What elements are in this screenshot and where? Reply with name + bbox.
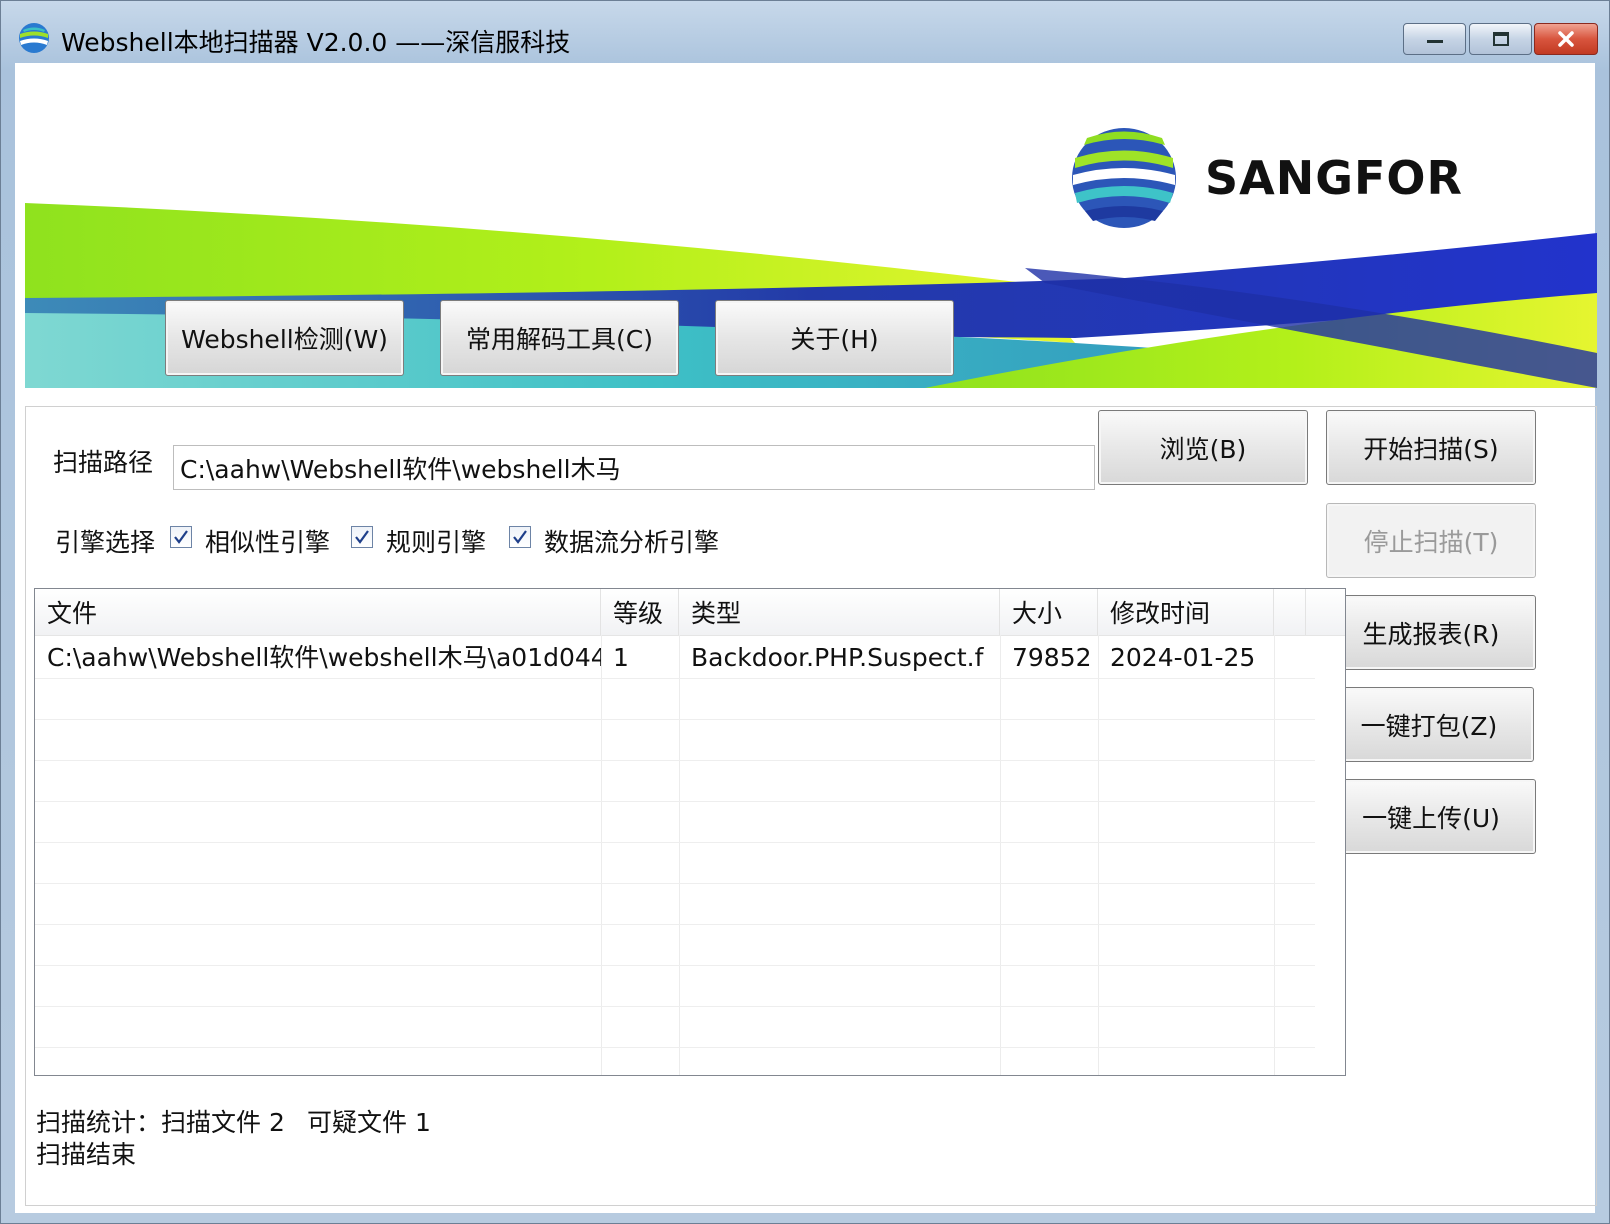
- engine-select-label: 引擎选择: [55, 528, 156, 557]
- cell-file: C:\aahw\Webshell软件\webshell木马\a01d044f6.…: [47, 643, 601, 672]
- maximize-icon: [1492, 32, 1509, 46]
- cell-size: 79852: [1012, 643, 1092, 672]
- scan-state-text: 扫描结束: [36, 1140, 137, 1169]
- dataflow-engine-checkbox[interactable]: [509, 526, 531, 548]
- row-divider: [35, 924, 1315, 925]
- checkmark-icon: [174, 530, 188, 544]
- column-header-level[interactable]: 等级: [601, 589, 679, 635]
- sangfor-logo-text: SANGFOR: [1205, 151, 1463, 205]
- cell-level: 1: [613, 643, 629, 672]
- column-header-type[interactable]: 类型: [679, 589, 1000, 635]
- minimize-icon: [1426, 40, 1443, 43]
- tab-decode-tools[interactable]: 常用解码工具(C): [440, 300, 679, 376]
- scan-path-label: 扫描路径: [53, 448, 154, 477]
- window-title: Webshell本地扫描器 V2.0.0 ——深信服科技: [61, 28, 571, 57]
- one-click-upload-button[interactable]: 一键上传(U): [1326, 779, 1536, 854]
- column-header-file[interactable]: 文件: [35, 589, 601, 635]
- stop-scan-button[interactable]: 停止扫描(T): [1326, 503, 1536, 578]
- scan-stats-text: 扫描统计：扫描文件 2: [36, 1108, 285, 1137]
- similarity-engine-label[interactable]: 相似性引擎: [205, 523, 330, 559]
- dataflow-engine-label[interactable]: 数据流分析引擎: [544, 523, 719, 559]
- row-divider: [35, 678, 1315, 679]
- column-divider: [1098, 635, 1099, 1075]
- title-bar[interactable]: Webshell本地扫描器 V2.0.0 ——深信服科技: [1, 1, 1609, 63]
- row-divider: [35, 760, 1315, 761]
- column-divider: [601, 635, 602, 1075]
- column-header-size[interactable]: 大小: [1000, 589, 1098, 635]
- rule-engine-checkbox[interactable]: [351, 526, 373, 548]
- checkmark-icon: [355, 530, 369, 544]
- scan-path-input[interactable]: [173, 445, 1095, 490]
- row-divider: [35, 965, 1315, 966]
- row-divider: [35, 883, 1315, 884]
- column-divider: [1274, 635, 1275, 1075]
- list-header: 文件 等级 类型 大小 修改时间: [35, 589, 1345, 636]
- maximize-button[interactable]: [1469, 23, 1532, 55]
- tab-webshell-detect[interactable]: Webshell检测(W): [165, 300, 404, 376]
- sangfor-globe-icon: [1072, 128, 1176, 228]
- row-divider: [35, 719, 1315, 720]
- one-click-pack-button[interactable]: 一键打包(Z): [1324, 687, 1534, 762]
- results-list[interactable]: 文件 等级 类型 大小 修改时间 C:\aahw\Webshell软件\webs…: [34, 588, 1346, 1076]
- column-divider: [679, 635, 680, 1075]
- app-globe-icon: [19, 23, 49, 53]
- start-scan-button[interactable]: 开始扫描(S): [1326, 410, 1536, 485]
- close-button[interactable]: [1534, 23, 1598, 55]
- tab-about[interactable]: 关于(H): [715, 300, 954, 376]
- close-icon: [1558, 31, 1574, 47]
- row-divider: [35, 842, 1315, 843]
- column-divider: [1000, 635, 1001, 1075]
- column-header-modified[interactable]: 修改时间: [1098, 589, 1274, 635]
- rule-engine-label[interactable]: 规则引擎: [386, 523, 486, 559]
- client-area: SANGFOR Webshell检测(W) 常用解码工具(C) 关于(H) 扫描…: [15, 63, 1597, 1213]
- row-divider: [35, 801, 1315, 802]
- checkmark-icon: [513, 530, 527, 544]
- cell-modified: 2024-01-25: [1110, 643, 1256, 672]
- generate-report-button[interactable]: 生成报表(R): [1326, 595, 1536, 670]
- suspicious-count-text: 可疑文件 1: [307, 1108, 431, 1137]
- similarity-engine-checkbox[interactable]: [170, 526, 192, 548]
- app-window: Webshell本地扫描器 V2.0.0 ——深信服科技 SANGFOR Web…: [0, 0, 1610, 1224]
- column-header-filler: [1274, 589, 1306, 635]
- row-divider: [35, 1047, 1315, 1048]
- cell-type: Backdoor.PHP.Suspect.f: [691, 643, 984, 672]
- row-divider: [35, 1006, 1315, 1007]
- browse-button[interactable]: 浏览(B): [1098, 410, 1308, 485]
- minimize-button[interactable]: [1403, 23, 1466, 55]
